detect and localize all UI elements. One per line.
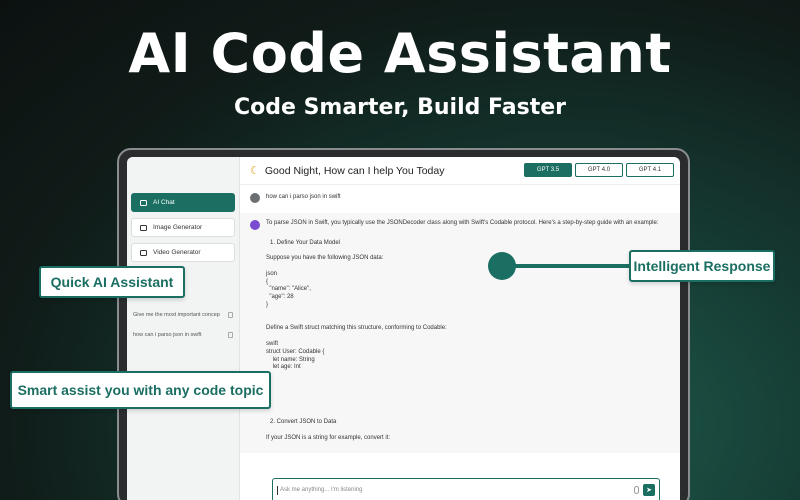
text-caret xyxy=(277,485,278,495)
answer-line: let name: String xyxy=(266,356,315,363)
answer-line xyxy=(266,247,658,255)
app-screen: AI Chat Image Generator Video Generator … xyxy=(127,157,680,500)
model-button-gpt-4-1[interactable]: GPT 4.1 xyxy=(626,163,674,177)
image-icon xyxy=(140,224,147,231)
chat-header: ☾ Good Night, How can I help You Today G… xyxy=(240,157,680,185)
history-item-label: Give me the most important concep xyxy=(133,312,220,318)
model-button-gpt-3-5[interactable]: GPT 3.5 xyxy=(524,163,572,177)
sidebar-item-label: Image Generator xyxy=(153,224,203,231)
history-item[interactable]: Give me the most important concep xyxy=(133,305,233,325)
answer-line xyxy=(266,411,658,419)
answer-line: } xyxy=(266,301,269,308)
answer-line: Suppose you have the following JSON data… xyxy=(266,255,384,262)
answer-line xyxy=(266,427,658,435)
answer-line: { xyxy=(266,278,269,285)
model-selector: GPT 3.5 GPT 4.0 GPT 4.1 xyxy=(524,163,674,177)
connector-line xyxy=(510,264,630,268)
video-icon xyxy=(140,249,147,256)
answer-line xyxy=(266,396,658,404)
callout-smart-assist: Smart assist you with any code topic xyxy=(10,371,271,409)
answer-line: 2. Convert JSON to Data xyxy=(270,418,337,425)
answer-line xyxy=(266,388,658,396)
hero-title: AI Code Assistant xyxy=(128,22,672,85)
trash-icon[interactable] xyxy=(228,332,233,338)
answer-line xyxy=(266,380,658,388)
answer-line: "name": "Alice", xyxy=(266,286,311,293)
answer-line: json xyxy=(266,270,278,277)
assistant-avatar xyxy=(250,220,260,230)
moon-icon: ☾ xyxy=(250,165,260,177)
chat-input-placeholder: Ask me anything... I'm listening xyxy=(280,487,363,493)
answer-line: swift xyxy=(266,340,278,347)
hero-subtitle: Code Smarter, Build Faster xyxy=(233,95,566,120)
sidebar-item-image-generator[interactable]: Image Generator xyxy=(131,218,235,237)
sidebar: AI Chat Image Generator Video Generator … xyxy=(127,157,240,500)
answer-line: To parse JSON in Swift, you typically us… xyxy=(266,220,659,226)
chat-history: Give me the most important concep how ca… xyxy=(133,305,233,345)
callout-intelligent-response: Intelligent Response xyxy=(629,250,775,282)
send-button[interactable]: ➤ xyxy=(643,484,655,496)
answer-line xyxy=(266,333,658,341)
user-message-text: how can i parso json in swift xyxy=(266,194,341,200)
history-item[interactable]: how can i parso json in swift xyxy=(133,325,233,345)
user-avatar xyxy=(250,193,260,203)
assistant-message-text: To parse JSON in Swift, you typically us… xyxy=(266,220,658,442)
answer-line: Define a Swift struct matching this stru… xyxy=(266,325,447,332)
assistant-message: To parse JSON in Swift, you typically us… xyxy=(240,213,680,453)
answer-line xyxy=(266,372,658,380)
sidebar-item-label: Video Generator xyxy=(153,249,201,256)
answer-line: "age": 28 xyxy=(266,294,294,301)
chat-input[interactable]: Ask me anything... I'm listening ➤ xyxy=(272,478,660,500)
answer-line: struct User: Codable { xyxy=(266,348,325,355)
callout-quick-ai-assistant: Quick AI Assistant xyxy=(39,266,185,298)
answer-line xyxy=(266,403,658,411)
trash-icon[interactable] xyxy=(228,312,233,318)
answer-line xyxy=(266,310,658,318)
answer-line xyxy=(266,318,658,326)
microphone-icon[interactable] xyxy=(634,486,639,494)
sidebar-item-label: AI Chat xyxy=(153,199,175,206)
greeting-text: Good Night, How can I help You Today xyxy=(264,164,445,177)
chat-icon xyxy=(140,199,147,206)
laptop-frame: AI Chat Image Generator Video Generator … xyxy=(117,148,690,500)
answer-line: let age: Int xyxy=(266,364,301,371)
answer-line xyxy=(266,232,658,240)
model-button-gpt-4-0[interactable]: GPT 4.0 xyxy=(575,163,623,177)
answer-line: 1. Define Your Data Model xyxy=(270,239,341,246)
input-area: Ask me anything... I'm listening ➤ xyxy=(240,464,680,500)
answer-line: If your JSON is a string for example, co… xyxy=(266,434,391,441)
user-message: how can i parso json in swift xyxy=(240,193,680,213)
chat-main: ☾ Good Night, How can I help You Today G… xyxy=(240,157,680,500)
sidebar-item-video-generator[interactable]: Video Generator xyxy=(131,243,235,262)
sidebar-item-ai-chat[interactable]: AI Chat xyxy=(131,193,235,212)
history-item-label: how can i parso json in swift xyxy=(133,332,202,338)
